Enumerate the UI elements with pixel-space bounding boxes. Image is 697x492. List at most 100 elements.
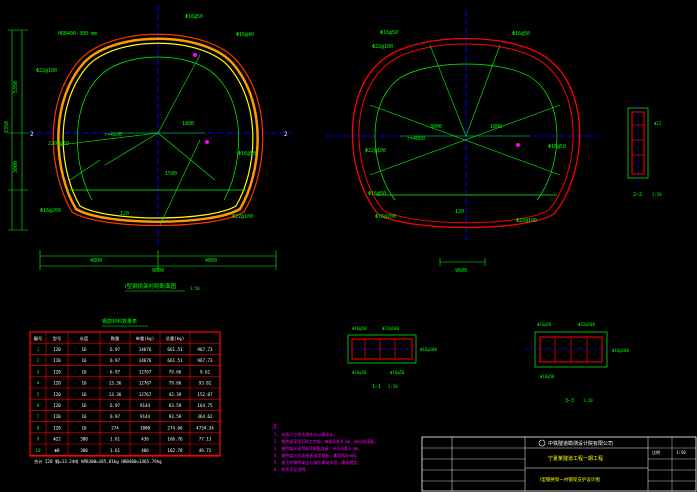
svg-text:Φ16@50: Φ16@50 (537, 322, 552, 327)
table-cell: 162.78 (167, 448, 183, 453)
table-cell: 967.73 (197, 347, 213, 352)
svg-text:Φ16@50: Φ16@50 (185, 14, 203, 20)
left-marker-top (193, 53, 197, 57)
svg-text:r=4800: r=4800 (407, 136, 425, 142)
table-cell: 16 (81, 414, 87, 419)
table-cell: 661.51 (167, 358, 183, 363)
table-cell: 300 (80, 437, 88, 442)
svg-text:HRB400-300 mm: HRB400-300 mm (58, 31, 97, 37)
svg-text:Φ16@200: Φ16@200 (420, 347, 437, 352)
table-cell: 166.76 (167, 437, 183, 442)
table-cell: 1.61 (110, 448, 121, 453)
left-dim-lower: 3000 (13, 161, 19, 173)
table-cell: 42.39 (169, 392, 182, 397)
left-drawing-scale: 1:50 (190, 286, 200, 291)
svg-text:Φ16@50: Φ16@50 (390, 370, 405, 375)
svg-text:r=4800: r=4800 (104, 132, 122, 138)
table-cell: 16 (81, 425, 87, 430)
table-cell: 6.97 (110, 369, 121, 374)
table-cell: Φ22 (53, 437, 61, 442)
note-line: 6. 其余详见说明。 (274, 466, 309, 472)
svg-text:Φ22@100: Φ22@100 (232, 214, 253, 220)
table-cell: 9 (37, 437, 40, 442)
table-cell: 16 (81, 403, 87, 408)
table-footer: 合计 I20 钢=13.24吨 HPB300=185.81kg HRB400=1… (34, 458, 162, 465)
section-2-2-label: 2—2 (633, 192, 642, 198)
svg-text:Φ16@50: Φ16@50 (548, 144, 566, 150)
table-cell: I20 (53, 392, 61, 397)
table-cell: 164.75 (197, 403, 213, 408)
left-dim-height: 8350 (4, 121, 10, 133)
table-header-cell: 型号 (53, 335, 61, 342)
table-cell: 1800 (140, 425, 151, 430)
section-1-1-label: 1—1 (372, 384, 381, 390)
svg-text:3000: 3000 (430, 124, 442, 130)
table-cell: 6.97 (110, 403, 121, 408)
note-line: 3. 钢拱架间采用Φ22钢筋连接，环向间距1.0m。 (274, 445, 362, 451)
table-cell: 14676 (139, 347, 152, 352)
section-3-3-scale: 1:20 (583, 398, 593, 403)
table-cell: 14676 (139, 358, 152, 363)
material-table: 钢筋材料数量表 编号 型号 长度 数量 单重(kg) 总重(kg) 1 I20 16 6.97 14… (29, 318, 221, 465)
left-section-mark-2b: 2 (284, 131, 288, 138)
table-cell: 5 (37, 392, 40, 397)
table-cell: 152.07 (197, 392, 213, 397)
table-cell: 79.66 (169, 381, 182, 386)
left-horizontal-dimension (39, 250, 277, 270)
company-name: 中铁隧道勘测设计院有限公司 (548, 440, 613, 447)
table-cell: 274.66 (167, 425, 183, 430)
svg-text:1500: 1500 (165, 171, 177, 177)
note-line: 2. 钢拱架采用I20工字钢，每榀间距0.6m，纵向连接筋。 (274, 438, 378, 444)
left-marker-right (205, 140, 209, 144)
table-cell: I20 (53, 369, 61, 374)
table-cell: 406 (141, 448, 149, 453)
svg-text:2200@50: 2200@50 (48, 141, 69, 147)
table-cell: 436 (141, 437, 149, 442)
right-horizontal-dimension (439, 258, 486, 266)
section-2-2-scale: 1:20 (652, 192, 662, 197)
table-cell: 364.62 (197, 414, 213, 419)
scale-value: 1:50 (676, 450, 686, 455)
section-2-2-note: Φ22 (654, 121, 662, 126)
svg-text:Φ22@100: Φ22@100 (365, 148, 386, 154)
table-header-cell: 总重(kg) (166, 335, 184, 341)
section-3-3-ties (554, 337, 588, 362)
svg-text:Φ22@100: Φ22@100 (516, 218, 537, 224)
table-cell: 300 (80, 448, 88, 453)
svg-text:Φ16@200: Φ16@200 (612, 348, 629, 353)
right-marker (516, 143, 520, 147)
table-cell: 10 (35, 448, 41, 453)
svg-text:Φ16@50: Φ16@50 (512, 31, 530, 37)
left-dim-total: 9600 (152, 268, 164, 274)
svg-text:Φ16@50: Φ16@50 (380, 30, 398, 36)
table-header-cell: 单重(kg) (136, 335, 154, 342)
left-section-mark-2: 2 (30, 131, 34, 138)
table-cell: 16 (81, 369, 87, 374)
left-radius-lines (59, 54, 216, 226)
table-cell: 16 (81, 347, 87, 352)
table-cell: I20 (53, 358, 61, 363)
table-header-cell: 编号 (34, 335, 42, 342)
table-cell: 9.62 (200, 369, 211, 374)
left-vertical-dimension (8, 29, 28, 231)
table-cell: 1.61 (110, 437, 121, 442)
right-dim-total: 9600 (455, 268, 467, 274)
right-tunnel-section: Φ16@50 Φ22@100 Φ16@50 Φ22@100 Φ16@50 Φ16… (325, 10, 598, 274)
table-cell: 77.13 (199, 437, 212, 442)
table-cell: 9144 (140, 403, 151, 408)
section-3-3-annotations: Φ16@50 Φ22@100 Φ16@200 Φ16@50 (537, 322, 629, 379)
table-cell: 6.97 (110, 347, 121, 352)
notes-block: 注： 1. 本图尺寸除注明外均以厘米计。2. 钢拱架采用I20工字钢，每榀间距0… (272, 423, 378, 472)
table-cell: 16 (81, 392, 87, 397)
table-cell: 12767 (139, 381, 152, 386)
table-cell: 661.51 (167, 347, 183, 352)
note-line: 5. 施工时钢拱架应与锚杆焊接牢固，确保稳定。 (274, 459, 361, 465)
svg-text:Φ22@100: Φ22@100 (36, 68, 57, 74)
svg-text:Φ22@100: Φ22@100 (372, 44, 393, 50)
left-tunnel-section: Φ16@50 HRB400-300 mm Φ22@100 2200@50 Φ16… (4, 5, 292, 292)
section-3-3-label: 3—3 (565, 398, 574, 404)
right-radius-lines (369, 44, 561, 176)
table-cell: 3 (37, 369, 40, 374)
cad-drawing-canvas: Φ16@50 HRB400-300 mm Φ22@100 2200@50 Φ16… (4, 5, 697, 492)
table-cell: 12767 (139, 369, 152, 374)
